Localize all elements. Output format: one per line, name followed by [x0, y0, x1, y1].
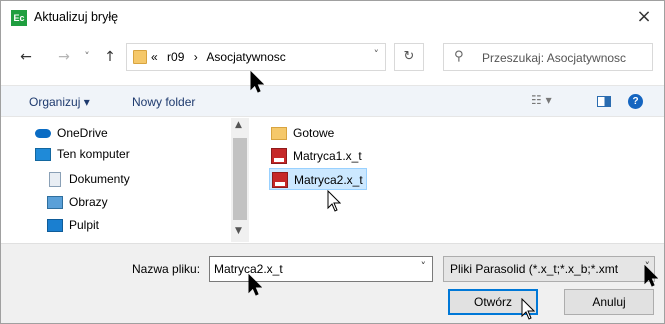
back-arrow-icon[interactable]: ← [15, 45, 37, 69]
filetype-value: Pliki Parasolid (*.x_t;*.x_b;*.xmt [450, 262, 619, 276]
sidebar-item-label: Pulpit [69, 218, 100, 232]
parasolid-file-icon [271, 148, 287, 164]
scroll-down-icon[interactable]: ▼ [235, 226, 242, 236]
dialog-title: Aktualizuj bryłę [34, 10, 119, 24]
recent-locations-icon[interactable]: ˅ [79, 45, 95, 69]
new-folder-button[interactable]: Nowy folder [132, 95, 195, 109]
filename-input[interactable]: Matryca2.x_t ˅ [209, 256, 433, 282]
cancel-button[interactable]: Anuluj [564, 289, 654, 315]
close-button[interactable]: × [634, 6, 654, 28]
dialog-footer: Nazwa pliku: Matryca2.x_t ˅ Pliki Paraso… [1, 243, 664, 323]
computer-icon [35, 148, 51, 161]
chevron-down-icon[interactable]: ˅ [374, 48, 380, 61]
folder-icon [271, 127, 287, 140]
breadcrumb-asocjatywnosc[interactable]: Asocjatywnosc [206, 50, 285, 64]
file-list: Gotowe Matryca1.x_t Matryca2.x_t [251, 118, 664, 242]
chevron-down-icon[interactable]: ˅ [421, 260, 427, 273]
filename-label: Nazwa pliku: [132, 262, 201, 276]
file-item-matryca2[interactable]: Matryca2.x_t [269, 168, 367, 190]
cloud-icon [35, 129, 51, 138]
breadcrumb-r09[interactable]: r09 [167, 50, 184, 64]
pictures-icon [47, 196, 63, 209]
file-item-matryca1[interactable]: Matryca1.x_t [269, 145, 379, 167]
navigation-bar: ← → ˅ ↑ « r09 › Asocjatywnosc ˅ ↻ ⚲ Prze… [1, 35, 664, 79]
help-icon[interactable]: ? [628, 94, 643, 109]
file-name: Matryca1.x_t [293, 149, 362, 163]
view-options-icon[interactable]: ☷ ▾ [531, 93, 552, 107]
file-name: Gotowe [293, 126, 335, 140]
scrollbar-thumb[interactable] [233, 138, 247, 220]
folder-icon [133, 50, 147, 64]
title-bar: Ec Aktualizuj bryłę × [1, 1, 664, 35]
navigation-pane: OneDrive Ten komputer Dokumenty Obrazy P… [1, 118, 249, 242]
desktop-icon [47, 219, 63, 232]
refresh-button[interactable]: ↻ [394, 43, 424, 71]
up-arrow-icon[interactable]: ↑ [99, 45, 121, 69]
file-item-gotowe[interactable]: Gotowe [269, 122, 369, 144]
address-bar[interactable]: « r09 › Asocjatywnosc ˅ [126, 43, 386, 71]
search-placeholder: Przeszukaj: Asocjatywnosc [482, 51, 627, 65]
file-name: Matryca2.x_t [294, 173, 363, 187]
organize-menu[interactable]: Organizuj ▾ [29, 95, 90, 109]
forward-arrow-icon[interactable]: → [53, 45, 75, 69]
search-icon: ⚲ [454, 49, 464, 64]
documents-icon [49, 172, 61, 187]
sidebar-item-label: Dokumenty [69, 172, 130, 186]
search-box[interactable]: ⚲ Przeszukaj: Asocjatywnosc [443, 43, 653, 71]
parasolid-file-icon [272, 172, 288, 188]
breadcrumb-overflow[interactable]: « [151, 50, 158, 64]
filetype-select[interactable]: Pliki Parasolid (*.x_t;*.x_b;*.xmt ˅ [443, 256, 655, 282]
command-bar: Organizuj ▾ Nowy folder ☷ ▾ ? [1, 85, 664, 117]
app-icon: Ec [11, 10, 27, 26]
sidebar-item-label: Ten komputer [57, 147, 130, 161]
sidebar-item-label: OneDrive [57, 126, 108, 140]
scroll-up-icon[interactable]: ▲ [235, 120, 242, 130]
file-open-dialog: Ec Aktualizuj bryłę × ← → ˅ ↑ « r09 › As… [0, 0, 665, 324]
sidebar-item-label: Obrazy [69, 195, 108, 209]
breadcrumb-separator: › [193, 50, 198, 64]
preview-pane-icon[interactable] [597, 96, 611, 107]
breadcrumb: « r09 › Asocjatywnosc [151, 50, 292, 64]
navigation-scrollbar[interactable]: ▲ ▼ [231, 118, 249, 242]
